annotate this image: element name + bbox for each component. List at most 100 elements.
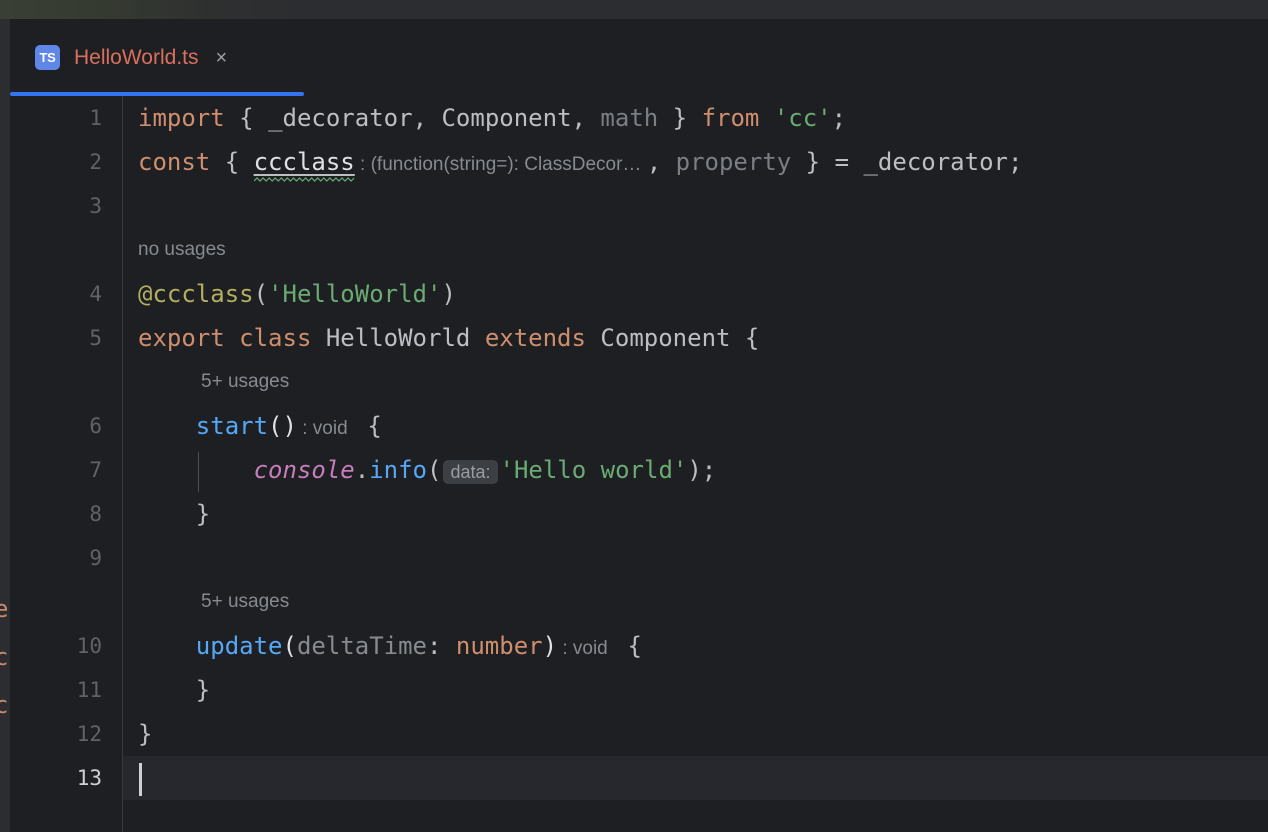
token-parens: () [268, 412, 297, 440]
token-paren-open: ( [427, 456, 442, 484]
token-from: from [701, 104, 760, 132]
token-brace-open: { [210, 148, 254, 176]
token-space-3 [470, 324, 484, 352]
line-number: 5 [89, 326, 102, 350]
code-line-11: } [138, 668, 210, 712]
line-number: 3 [89, 194, 102, 218]
top-strip-tint [0, 0, 300, 19]
rail-clipped-glyph-2: c [0, 643, 9, 671]
token-math: math [600, 104, 659, 132]
line-number: 2 [89, 150, 102, 174]
token-brace-open: { [224, 104, 269, 132]
window-top-strip [0, 0, 1268, 19]
code-line-12: } [138, 712, 152, 756]
token-space-4 [586, 324, 600, 352]
line-number: 11 [76, 678, 102, 702]
token-class: class [239, 324, 312, 352]
token-decorator-ref: _decorator [863, 148, 1008, 176]
token-brace: { [730, 324, 760, 352]
rail-clipped-glyph-3: c [0, 691, 9, 719]
inlay-return-type-hint-update: : void [557, 638, 614, 659]
token-paren-open: ( [253, 280, 269, 308]
text-caret [139, 763, 142, 796]
token-method-start: start [195, 412, 269, 440]
token-paren-close: ) [441, 280, 456, 308]
token-type-number: number [455, 632, 543, 660]
token-semicolon: ; [701, 456, 717, 484]
line-number: 7 [89, 458, 102, 482]
token-dot: . [354, 456, 370, 484]
token-brace-close: } [138, 720, 153, 748]
token-extends: extends [484, 324, 586, 352]
line-number: 1 [89, 106, 102, 130]
usages-hint-line10[interactable]: 5+ usages [201, 580, 289, 624]
editor-gutter[interactable]: 1 2 3 4 5 6 7 8 9 10 11 12 13 [10, 96, 122, 832]
token-brace-close: } [195, 676, 211, 704]
token-decorator-import: _decorator [268, 104, 413, 132]
code-line-8: } [138, 492, 210, 536]
token-const: const [138, 148, 211, 176]
inlay-param-hint-data[interactable]: data: [443, 460, 498, 484]
code-line-1: import { _decorator, Component, math } f… [138, 96, 846, 140]
token-import: import [138, 104, 225, 132]
line-number: 8 [89, 502, 102, 526]
code-line-5: export class HelloWorld extends Componen… [138, 316, 759, 360]
token-brace: { [352, 412, 382, 440]
token-hello-world-string: 'Hello world' [499, 456, 688, 484]
token-paren-open: ( [282, 632, 297, 660]
token-class-name-string: 'HelloWorld' [268, 280, 442, 308]
token-brace-close: } [791, 148, 835, 176]
token-console: console [253, 456, 355, 484]
code-editor[interactable]: 1 2 3 4 5 6 7 8 9 10 11 12 13 import { _… [10, 96, 1268, 832]
token-module-string: 'cc' [773, 104, 832, 132]
tab-title: HelloWorld.ts [74, 45, 199, 69]
left-tool-rail: e c c [0, 19, 10, 832]
token-ccclass: ccclass [253, 148, 355, 176]
token-decorator-ccclass: @ccclass [138, 280, 254, 308]
token-ccclass-wrapper: ccclass [253, 140, 355, 184]
token-semicolon: ; [1007, 148, 1023, 176]
editor-tab-bar: TS HelloWorld.ts × [10, 19, 1268, 96]
token-brace-close: } [658, 104, 702, 132]
token-method-info: info [369, 456, 427, 484]
token-export: export [138, 324, 225, 352]
line-number-current: 13 [76, 766, 102, 790]
token-method-update: update [195, 632, 283, 660]
usages-hint-line4[interactable]: no usages [138, 228, 226, 272]
warning-squiggle-icon [253, 177, 355, 182]
line-number: 6 [89, 414, 102, 438]
code-line-10: update(deltaTime: number) : void { [138, 624, 642, 668]
inlay-return-type-hint-start: : void [296, 418, 353, 439]
code-line-6: start() : void { [138, 404, 382, 448]
line-number: 10 [76, 634, 102, 658]
usages-hint-line6[interactable]: 5+ usages [201, 360, 289, 404]
close-tab-icon[interactable]: × [215, 48, 227, 68]
token-property: property [675, 148, 792, 176]
token-comma-2: , [571, 104, 601, 132]
token-brace-close: } [195, 500, 211, 528]
token-semicolon: ; [831, 104, 847, 132]
token-equals: = [834, 148, 864, 176]
token-base-class: Component [600, 324, 731, 352]
token-colon: : [427, 632, 456, 660]
token-comma: , [646, 148, 676, 176]
line-number: 4 [89, 282, 102, 306]
inlay-type-hint-ccclass: : (function(string=): ClassDecor… [354, 154, 647, 175]
ide-window: e c c TS HelloWorld.ts × 1 2 3 4 5 6 7 8… [0, 0, 1268, 832]
token-param-deltatime: deltaTime [296, 632, 427, 660]
typescript-file-icon: TS [35, 45, 60, 70]
code-text-area[interactable]: import { _decorator, Component, math } f… [123, 96, 1268, 832]
rail-clipped-glyph-1: e [0, 595, 9, 623]
token-brace: { [613, 632, 642, 660]
line-number: 9 [89, 546, 102, 570]
editor-tab-helloworld-ts[interactable]: TS HelloWorld.ts × [10, 19, 304, 96]
token-space-2 [311, 324, 325, 352]
token-paren-close: ) [542, 632, 558, 660]
token-space-1 [225, 324, 239, 352]
code-line-7: console.info(data: 'Hello world'); [138, 448, 716, 492]
